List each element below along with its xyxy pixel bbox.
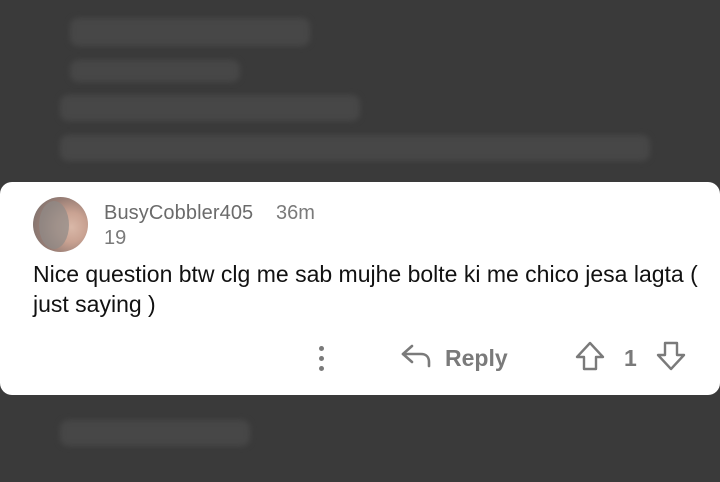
comment-username[interactable]: BusyCobbler405 [104, 202, 253, 225]
more-vertical-icon [318, 345, 324, 371]
arrow-up-outline-icon [573, 339, 607, 378]
more-options-button[interactable] [307, 341, 335, 375]
arrow-down-outline-icon [654, 339, 688, 378]
comment-card: BusyCobbler405 36m 19 Nice question btw … [0, 182, 720, 395]
comment-points: 19 [104, 227, 127, 249]
user-avatar[interactable] [33, 197, 88, 252]
reply-button[interactable]: Reply [399, 340, 508, 376]
vote-count: 1 [624, 344, 637, 371]
upvote-button[interactable] [572, 340, 608, 376]
vote-controls: 1 [572, 338, 689, 378]
comment-body: Nice question btw clg me sab mujhe bolte… [33, 261, 698, 317]
comment-timestamp: 36m [276, 202, 315, 224]
reply-label: Reply [445, 344, 508, 371]
downvote-button[interactable] [653, 340, 689, 376]
reply-arrow-icon [399, 341, 433, 376]
